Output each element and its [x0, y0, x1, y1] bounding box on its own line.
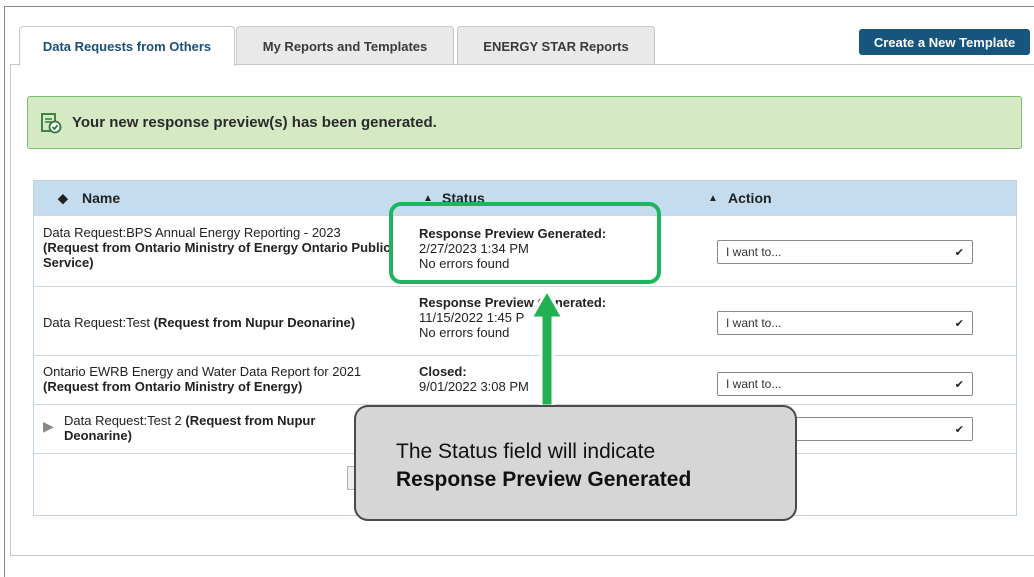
request-name[interactable]: Data Request:BPS Annual Energy Reporting…	[43, 225, 393, 270]
action-select[interactable]: I want to... ✔	[717, 311, 973, 335]
callout-box: The Status field will indicate Response …	[354, 405, 797, 521]
chevron-down-icon: ✔	[954, 378, 964, 391]
table-row: Data Request:Test (Request from Nupur De…	[34, 286, 1016, 355]
chevron-down-icon: ✔	[954, 317, 964, 330]
table-row: Ontario EWRB Energy and Water Data Repor…	[34, 355, 1016, 404]
action-select-value: I want to...	[726, 316, 782, 330]
request-name[interactable]: Data Request:Test (Request from Nupur De…	[43, 315, 423, 330]
tab-data-requests[interactable]: Data Requests from Others	[19, 26, 235, 66]
column-header-action[interactable]: Action	[728, 181, 772, 215]
action-select[interactable]: I want to... ✔	[717, 240, 973, 264]
status-highlight-box	[389, 202, 661, 284]
chevron-down-icon: ✔	[954, 423, 964, 436]
expand-arrow-icon[interactable]: ▶	[43, 419, 54, 434]
sort-icon[interactable]: ▲	[708, 181, 718, 215]
action-select[interactable]: I want to... ✔	[717, 372, 973, 396]
action-select-value: I want to...	[726, 245, 782, 259]
request-name[interactable]: Ontario EWRB Energy and Water Data Repor…	[43, 364, 413, 394]
sort-icon[interactable]: ⬥	[58, 181, 68, 215]
request-title: Data Request:BPS Annual Energy Reporting…	[43, 225, 341, 240]
tab-my-reports[interactable]: My Reports and Templates	[236, 26, 454, 65]
request-title: Ontario EWRB Energy and Water Data Repor…	[43, 364, 362, 379]
action-select-value: I want to...	[726, 377, 782, 391]
column-header-name[interactable]: Name	[82, 181, 120, 215]
request-title: Data Request:Test 2	[64, 413, 182, 428]
alert-message: Your new response preview(s) has been ge…	[72, 114, 437, 131]
callout-emphasis: Response Preview Generated	[396, 468, 692, 491]
up-arrow-icon	[528, 286, 566, 408]
request-source: (Request from Nupur Deonarine)	[153, 315, 356, 330]
tab-label: Data Requests from Others	[42, 39, 212, 54]
request-name[interactable]: Data Request:Test 2 (Request from Nupur …	[64, 413, 364, 443]
tab-label: ENERGY STAR Reports	[483, 38, 629, 54]
request-title: Data Request:Test	[43, 315, 150, 330]
tab-label: My Reports and Templates	[262, 38, 428, 54]
request-source: (Request from Ontario Ministry of Energy…	[43, 379, 303, 394]
chevron-down-icon: ✔	[954, 246, 964, 259]
tab-energy-star[interactable]: ENERGY STAR Reports	[457, 26, 655, 65]
success-alert: Your new response preview(s) has been ge…	[27, 96, 1022, 149]
check-document-icon	[41, 112, 62, 133]
create-template-button[interactable]: Create a New Template	[859, 29, 1030, 55]
request-source: (Request from Ontario Ministry of Energy…	[43, 240, 391, 270]
callout-text: The Status field will indicate	[396, 440, 656, 463]
